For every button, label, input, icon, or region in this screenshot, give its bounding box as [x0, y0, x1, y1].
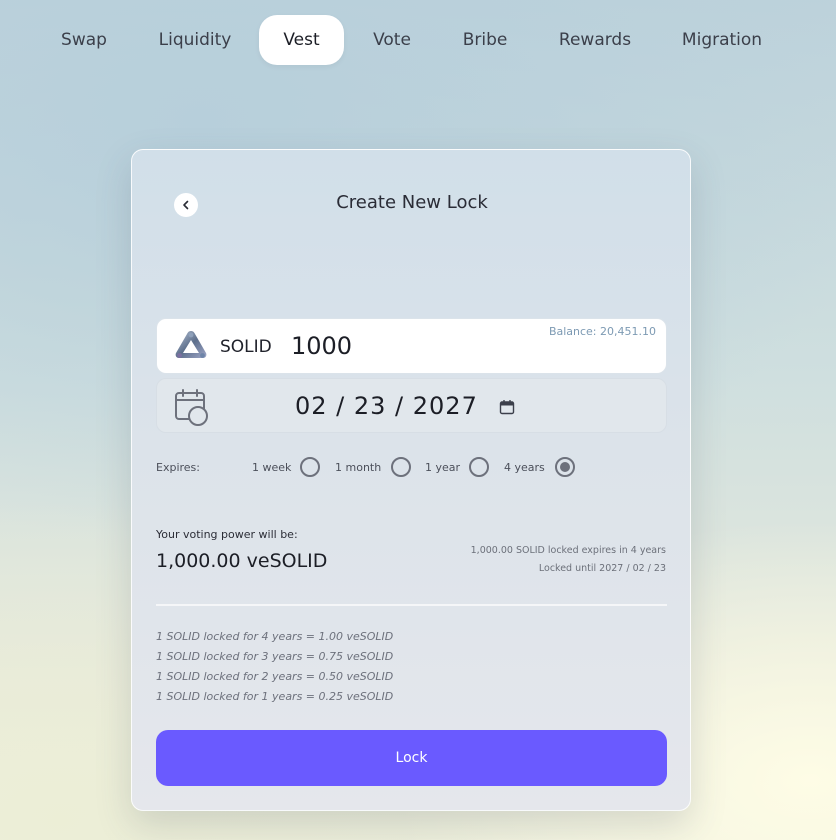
radio-1-week[interactable]: [300, 457, 320, 477]
token-symbol: SOLID: [220, 337, 272, 357]
calendar-icon[interactable]: [499, 399, 515, 415]
rate-line: 1 SOLID locked for 2 years = 0.50 veSOLI…: [156, 670, 394, 683]
solid-token-icon: [175, 331, 207, 358]
tab-vote[interactable]: Vote: [356, 15, 428, 65]
rate-line: 1 SOLID locked for 1 years = 0.25 veSOLI…: [156, 690, 394, 703]
tab-liquidity[interactable]: Liquidity: [145, 15, 245, 65]
tab-vest[interactable]: Vest: [259, 15, 344, 65]
card-title: Create New Lock: [336, 192, 488, 213]
rate-line: 1 SOLID locked for 3 years = 0.75 veSOLI…: [156, 650, 394, 663]
radio-1-month[interactable]: [391, 457, 411, 477]
amount-field: SOLID Balance: 20,451.10: [156, 318, 667, 374]
create-lock-card: Create New Lock SOLID Balance: 20,451.10: [131, 149, 691, 811]
tab-migration[interactable]: Migration: [669, 15, 775, 65]
divider: [156, 604, 667, 606]
rate-line: 1 SOLID locked for 4 years = 1.00 veSOLI…: [156, 630, 394, 643]
expires-label: Expires:: [156, 461, 200, 474]
calendar-clock-icon: [175, 389, 208, 426]
amount-input[interactable]: [291, 331, 491, 361]
expires-note: 1,000.00 SOLID locked expires in 4 years: [470, 545, 666, 556]
option-1-week-label: 1 week: [252, 461, 292, 474]
top-nav: Swap Liquidity Vest Vote Bribe Rewards M…: [0, 15, 836, 65]
radio-4-years[interactable]: [555, 457, 575, 477]
option-1-year-label: 1 year: [425, 461, 461, 474]
tab-swap[interactable]: Swap: [45, 15, 123, 65]
tab-bribe[interactable]: Bribe: [446, 15, 524, 65]
radio-1-year[interactable]: [469, 457, 489, 477]
date-value: 02 / 23 / 2027: [295, 392, 478, 420]
voting-power-label: Your voting power will be:: [156, 528, 298, 541]
voting-power-value: 1,000.00 veSOLID: [156, 550, 328, 572]
tab-rewards[interactable]: Rewards: [545, 15, 645, 65]
date-field[interactable]: 02 / 23 / 2027: [156, 378, 667, 433]
lock-button[interactable]: Lock: [156, 730, 667, 786]
locked-until: Locked until 2027 / 02 / 23: [538, 563, 666, 574]
option-1-month-label: 1 month: [335, 461, 382, 474]
option-4-years-label: 4 years: [504, 461, 545, 474]
balance-label: Balance: 20,451.10: [548, 325, 656, 338]
